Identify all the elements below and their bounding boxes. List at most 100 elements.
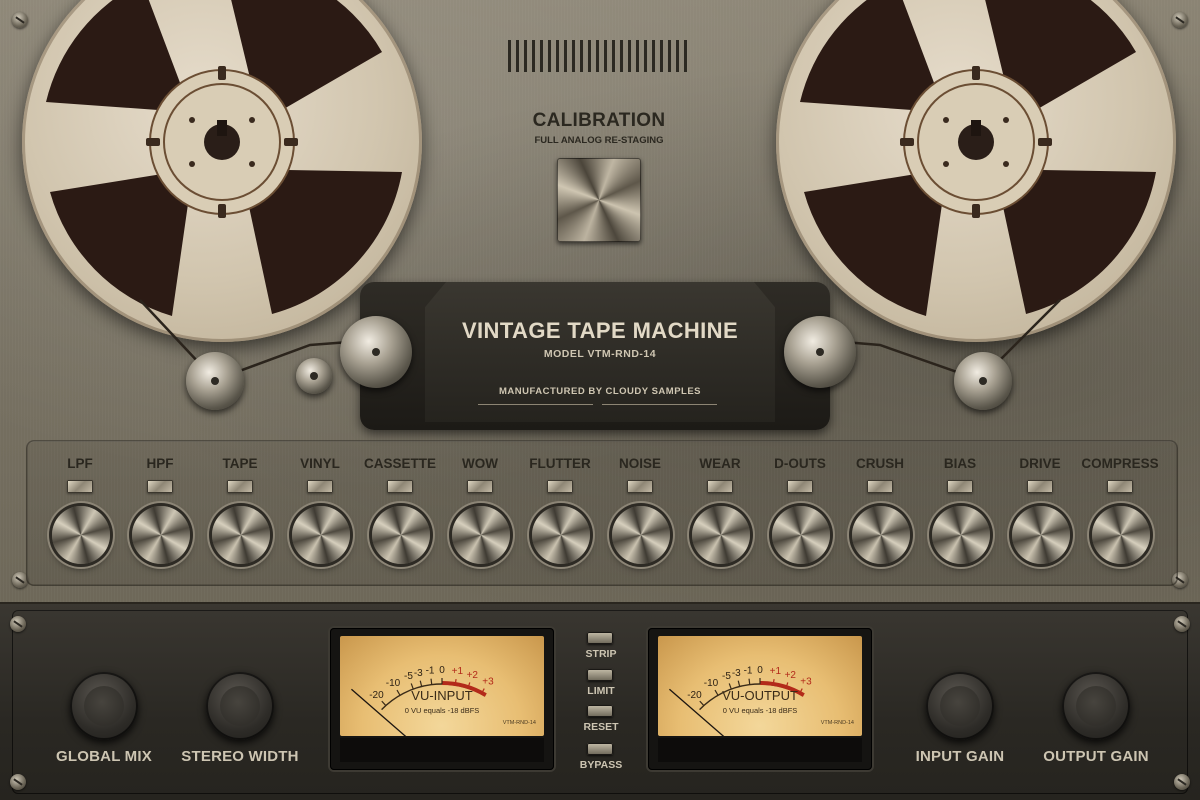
effect-label: VINYL bbox=[300, 456, 340, 471]
effect-label: BIAS bbox=[943, 456, 977, 471]
capstan-roller-right bbox=[784, 316, 856, 388]
vu-output-meter: -20 -10 -5 -3 -1 0 +1 +2 +3 VU-OUTPUT 0 VU equal… bbox=[648, 628, 872, 770]
effect-knob[interactable] bbox=[212, 506, 270, 564]
effect-toggle[interactable] bbox=[867, 480, 893, 493]
effect-hpf: HPF bbox=[120, 454, 200, 574]
vu-scale-label: +2 bbox=[785, 670, 797, 681]
vu-output-bezel bbox=[658, 738, 862, 762]
toggle-switch[interactable] bbox=[587, 632, 613, 644]
screw-icon bbox=[1174, 774, 1190, 790]
effect-toggle[interactable] bbox=[1027, 480, 1053, 493]
vu-output-calibration: 0 VU equals -18 dBFS bbox=[722, 706, 798, 715]
effect-crush: CRUSH bbox=[840, 454, 920, 574]
input-gain-knob[interactable] bbox=[912, 660, 1008, 756]
vu-scale-label: 0 bbox=[439, 665, 445, 676]
output-gain-knob[interactable] bbox=[1048, 660, 1144, 756]
effect-knob[interactable] bbox=[452, 506, 510, 564]
effect-knob[interactable] bbox=[132, 506, 190, 564]
effect-label: WOW bbox=[462, 456, 498, 471]
effect-toggle[interactable] bbox=[467, 480, 493, 493]
toggle-switch[interactable] bbox=[587, 743, 613, 755]
vu-tick bbox=[419, 680, 423, 687]
effect-cassette: CASSETTE bbox=[360, 454, 440, 574]
divider bbox=[478, 404, 593, 405]
effect-noise: NOISE bbox=[600, 454, 680, 574]
effect-knob[interactable] bbox=[612, 506, 670, 564]
vu-scale-label: -1 bbox=[744, 666, 753, 677]
vu-output-face: -20 -10 -5 -3 -1 0 +1 +2 +3 VU-OUTPUT 0 VU equal… bbox=[658, 636, 862, 736]
effect-label: CASSETTE bbox=[363, 456, 436, 471]
vu-scale-label: -3 bbox=[732, 668, 741, 679]
vintage-tape-machine-plugin: CALIBRATION FULL ANALOG RE-STAGING VINTA… bbox=[0, 0, 1200, 800]
effect-label: FLUTTER bbox=[529, 456, 591, 471]
effect-knob[interactable] bbox=[1012, 506, 1070, 564]
strip-label: STRIP bbox=[585, 648, 617, 660]
effect-toggle[interactable] bbox=[547, 480, 573, 493]
vu-scale-label: -3 bbox=[414, 668, 423, 679]
effect-label: TAPE bbox=[222, 456, 258, 471]
vu-output-title: VU-OUTPUT bbox=[722, 688, 798, 703]
screw-icon bbox=[10, 774, 26, 790]
effect-label: D-OUTS bbox=[774, 456, 826, 471]
effect-knob[interactable] bbox=[852, 506, 910, 564]
effect-label: COMPRESS bbox=[1081, 456, 1159, 471]
vu-input-meter: -20 -10 -5 -3 -1 0 +1 +2 +3 VU-INPUT 0 VU equals… bbox=[330, 628, 554, 770]
vu-input-face: -20 -10 -5 -3 -1 0 +1 +2 +3 VU-INPUT 0 VU equals… bbox=[340, 636, 544, 736]
toggle-switch[interactable] bbox=[587, 669, 613, 681]
effect-knob[interactable] bbox=[292, 506, 350, 564]
knob-cap bbox=[926, 672, 994, 740]
effect-toggle[interactable] bbox=[1107, 480, 1133, 493]
global-mix-knob[interactable] bbox=[56, 660, 152, 756]
capstan-roller-left bbox=[340, 316, 412, 388]
effect-knob[interactable] bbox=[772, 506, 830, 564]
product-title: VINTAGE TAPE MACHINE bbox=[461, 318, 739, 343]
effect-wow: WOW bbox=[440, 454, 520, 574]
effect-label: DRIVE bbox=[1019, 456, 1061, 471]
effect-drive: DRIVE bbox=[1000, 454, 1080, 574]
vu-scale-label: +3 bbox=[482, 676, 494, 687]
effect-toggle[interactable] bbox=[227, 480, 253, 493]
effect-d-outs: D-OUTS bbox=[760, 454, 840, 574]
divider bbox=[602, 404, 717, 405]
effect-flutter: FLUTTER bbox=[520, 454, 600, 574]
effect-label: WEAR bbox=[699, 456, 741, 471]
vu-scale-label: +3 bbox=[800, 676, 812, 687]
toggle-switch[interactable] bbox=[587, 705, 613, 717]
effect-vinyl: VINYL bbox=[280, 454, 360, 574]
vu-scale-label: -5 bbox=[722, 671, 731, 682]
knob-cap bbox=[70, 672, 138, 740]
effect-toggle[interactable] bbox=[387, 480, 413, 493]
vu-input-bezel bbox=[340, 738, 544, 762]
vu-input-title: VU-INPUT bbox=[411, 688, 473, 703]
screw-icon bbox=[10, 616, 26, 632]
effect-toggle[interactable] bbox=[147, 480, 173, 493]
effect-toggle[interactable] bbox=[67, 480, 93, 493]
knob-cap bbox=[206, 672, 274, 740]
vu-scale-label: +1 bbox=[770, 666, 782, 677]
effect-toggle[interactable] bbox=[787, 480, 813, 493]
effect-compress: COMPRESS bbox=[1080, 454, 1160, 574]
vu-output-model: VTM-RND-14 bbox=[820, 720, 854, 726]
knob-cap bbox=[1062, 672, 1130, 740]
product-model: MODEL VTM-RND-14 bbox=[543, 348, 657, 360]
effect-knob[interactable] bbox=[692, 506, 750, 564]
limit-label: LIMIT bbox=[587, 685, 615, 697]
effect-knob[interactable] bbox=[532, 506, 590, 564]
effect-lpf: LPF bbox=[40, 454, 120, 574]
effect-label: CRUSH bbox=[855, 456, 904, 471]
vu-input-calibration: 0 VU equals -18 dBFS bbox=[404, 706, 480, 715]
effect-knob[interactable] bbox=[932, 506, 990, 564]
effect-toggle[interactable] bbox=[627, 480, 653, 493]
effect-knob[interactable] bbox=[1092, 506, 1150, 564]
vu-scale-label: +2 bbox=[467, 670, 479, 681]
effect-knob[interactable] bbox=[52, 506, 110, 564]
effect-knob[interactable] bbox=[372, 506, 430, 564]
effect-toggle[interactable] bbox=[707, 480, 733, 493]
effect-toggle[interactable] bbox=[307, 480, 333, 493]
bypass-label: BYPASS bbox=[579, 759, 623, 771]
reset-label: RESET bbox=[583, 721, 619, 733]
vu-tick bbox=[748, 678, 751, 685]
stereo-width-knob[interactable] bbox=[192, 660, 288, 756]
stereo-width-label: STEREO WIDTH bbox=[181, 748, 299, 765]
effect-toggle[interactable] bbox=[947, 480, 973, 493]
